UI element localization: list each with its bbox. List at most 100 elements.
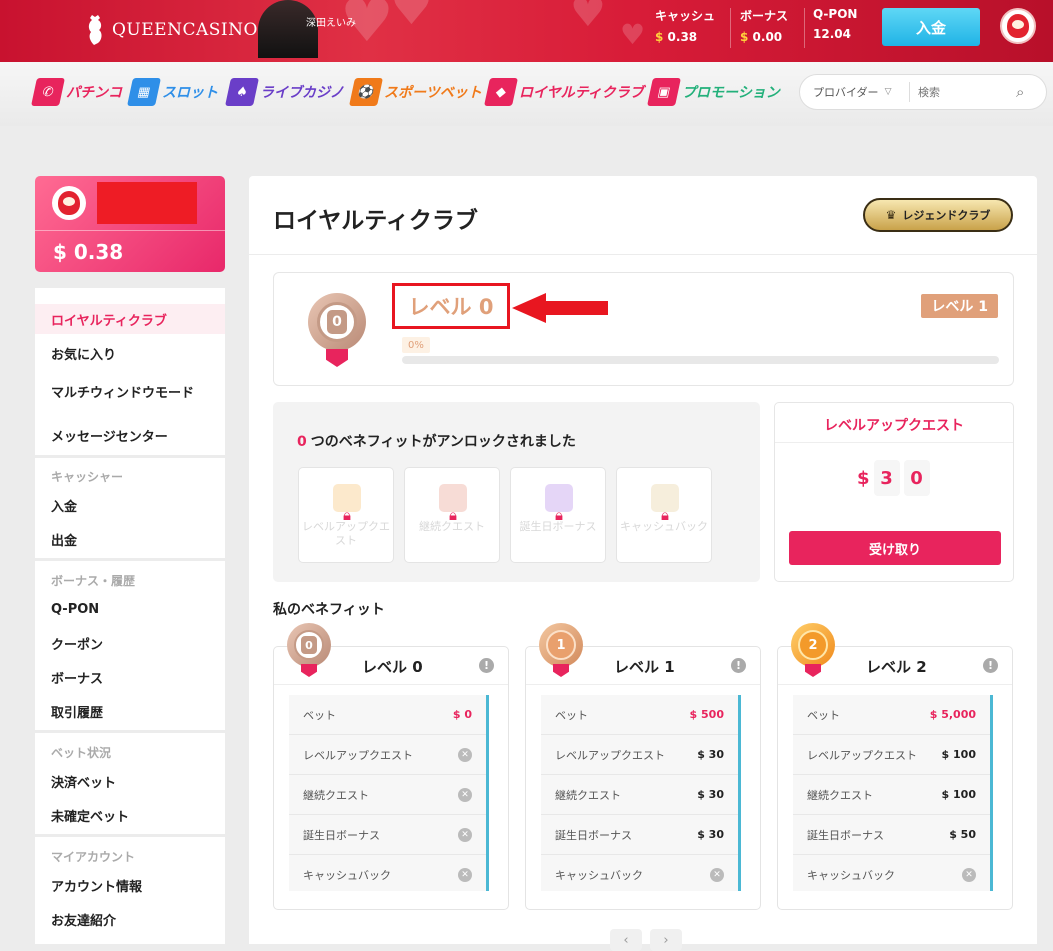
benefit-label: 誕生日ボーナス [807, 828, 884, 842]
nav-label: スロット [162, 85, 218, 101]
section-heading-bonus-history: ボーナス・履歴 [51, 574, 136, 588]
sidebar-item-pending-bets[interactable]: 未確定ベット [35, 800, 225, 830]
locked-benefit-cashback[interactable]: 🔒︎ キャッシュバック [616, 467, 712, 563]
currency-symbol: $ [740, 30, 749, 44]
section-heading-my-account: マイアカウント [51, 850, 136, 864]
next-level-badge: レベル 1 [921, 294, 998, 318]
sidebar-balance: $ 0.38 [53, 240, 124, 264]
daruma-icon [58, 191, 80, 215]
prev-page-button[interactable]: ‹ [610, 929, 642, 951]
info-icon[interactable]: ! [479, 658, 494, 673]
crown-icon: ♛ [885, 208, 897, 222]
reward-digit: 0 [903, 460, 930, 496]
legend-club-button[interactable]: ♛ レジェンドクラブ [863, 198, 1013, 232]
sidebar-item-qpon[interactable]: Q-PON [35, 594, 225, 624]
benefit-row: 誕生日ボーナス $ 30 [541, 815, 738, 855]
bronze-medal-icon: 0 [308, 293, 366, 351]
currency-symbol: $ [857, 467, 870, 489]
sidebar-item-settled-bets[interactable]: 決済ベット [35, 766, 225, 796]
locked-benefit-birthday-bonus[interactable]: 🔒︎ 誕生日ボーナス [510, 467, 606, 563]
game-category-nav: ✆ パチンコ ▦ スロット ♠ ライブカジノ ⚽ スポーツベット ◆ ロイヤルテ… [0, 62, 1053, 126]
legend-club-label: レジェンドクラブ [902, 209, 991, 222]
unlocked-benefits-panel: 0 つのベネフィットがアンロックされました 🔒︎ レベルアップクエスト 🔒︎ 継続… [273, 402, 760, 582]
search-icon[interactable]: ⌕ [1016, 83, 1024, 101]
ambassador-photo [258, 0, 318, 58]
medal-ribbon [326, 349, 348, 367]
locked-benefit-levelup-quest[interactable]: 🔒︎ レベルアップクエスト [298, 467, 394, 563]
sidebar-item-refer-friend[interactable]: お友達紹介 [35, 904, 225, 934]
sidebar-item-transaction-history[interactable]: 取引履歴 [35, 696, 225, 726]
info-icon[interactable]: ! [731, 658, 746, 673]
benefit-row: 継続クエスト $ 100 [793, 775, 990, 815]
queencasino-logo[interactable]: QUEENCASINO [82, 14, 258, 46]
benefit-caption: キャッシュバック [620, 520, 708, 533]
section-heading-bet-status: ベット状況 [51, 746, 112, 760]
search-input[interactable] [918, 85, 1014, 99]
nav-label: ロイヤルティクラブ [519, 85, 644, 101]
sidebar-item-withdraw[interactable]: 出金 [35, 524, 225, 554]
sidebar-item-deposit[interactable]: 入金 [35, 490, 225, 520]
page-title: ロイヤルティクラブ [273, 208, 478, 234]
user-avatar[interactable] [1000, 8, 1036, 44]
section-heading-cashier: キャッシャー [51, 470, 124, 484]
divider [35, 834, 225, 837]
current-level-label: レベル 0 [392, 283, 510, 329]
nav-item-loyalty-club[interactable]: ◆ ロイヤルティクラブ [484, 78, 644, 106]
nav-item-slot[interactable]: ▦ スロット [127, 78, 218, 106]
level-benefit-list: ベット $ 5,000 レベルアップクエスト $ 100 継続クエスト $ 100 誕… [793, 695, 993, 891]
level-benefit-list: ベット $ 0 レベルアップクエスト ✕ 継続クエスト ✕ 誕生日ボーナス ✕ キャッシ… [289, 695, 489, 891]
unavailable-x-icon: ✕ [458, 827, 472, 842]
benefit-row: 誕生日ボーナス ✕ [289, 815, 486, 855]
sidebar-item-account-info[interactable]: アカウント情報 [35, 870, 225, 900]
sidebar-item-bonus[interactable]: ボーナス [35, 662, 225, 692]
unlocked-benefits-title: 0 つのベネフィットがアンロックされました [297, 431, 576, 451]
benefit-value: $ 30 [697, 828, 724, 841]
sidebar-menu: ロイヤルティクラブ お気に入り マルチウィンドウモード メッセージセンター キャ… [35, 288, 225, 944]
sidebar-item-favorites[interactable]: お気に入り [35, 338, 225, 368]
level-name: レベル 0 [362, 658, 423, 676]
nav-item-promotion[interactable]: ▣ プロモーション [647, 78, 780, 106]
unavailable-x-icon: ✕ [458, 787, 472, 802]
benefit-label: 継続クエスト [303, 788, 369, 802]
nav-item-pachinko[interactable]: ✆ パチンコ [31, 78, 122, 106]
heart-decoration: ♥ [390, 0, 434, 36]
locked-benefit-continuation-quest[interactable]: 🔒︎ 継続クエスト [404, 467, 500, 563]
benefit-label: 継続クエスト [555, 788, 621, 802]
sidebar-item-multi-window[interactable]: マルチウィンドウモード [35, 374, 225, 414]
nav-item-sports-bet[interactable]: ⚽ スポーツベット [349, 78, 482, 106]
divider [804, 8, 805, 48]
phone-icon: ✆ [31, 78, 65, 106]
divider [35, 730, 225, 733]
chevron-down-icon: ▽ [884, 87, 892, 97]
sidebar-item-coupon[interactable]: クーポン [35, 628, 225, 658]
benefit-value: $ 0 [452, 708, 472, 721]
unavailable-x-icon: ✕ [458, 868, 472, 882]
sidebar-item-loyalty-club[interactable]: ロイヤルティクラブ [35, 304, 225, 334]
benefit-label: 継続クエスト [807, 788, 873, 802]
cash-label: キャッシュ [655, 9, 716, 23]
user-avatar[interactable] [52, 186, 86, 220]
sidebar-item-message-center[interactable]: メッセージセンター [35, 420, 225, 450]
benefit-label: 誕生日ボーナス [555, 828, 632, 842]
nav-item-live-casino[interactable]: ♠ ライブカジノ [225, 78, 344, 106]
medal-number: 1 [546, 630, 576, 660]
qpon-value: 12.04 [813, 27, 851, 41]
progress-percent: 0% [402, 337, 430, 353]
deposit-button[interactable]: 入金 [882, 8, 980, 46]
info-icon[interactable]: ! [983, 658, 998, 673]
qpon-balance: Q-PON 12.04 [813, 7, 857, 41]
my-benefits-title: 私のベネフィット [273, 602, 385, 618]
unavailable-x-icon: ✕ [458, 747, 472, 762]
quest-reward-amount: $ 3 0 [857, 460, 930, 496]
cash-balance: キャッシュ $ 0.38 [655, 7, 715, 44]
benefit-caption: レベルアップクエスト [302, 520, 390, 547]
qpon-label: Q-PON [813, 7, 858, 21]
nav-label: ライブカジノ [260, 85, 344, 101]
next-page-button[interactable]: › [650, 929, 682, 951]
benefit-caption: 誕生日ボーナス [519, 520, 597, 533]
benefit-value: $ 5,000 [929, 708, 976, 721]
benefit-row: キャッシュバック ✕ [289, 855, 486, 895]
provider-dropdown[interactable]: プロバイダー ▽ [800, 82, 910, 102]
claim-button[interactable]: 受け取り [789, 531, 1001, 565]
level-card-0: レベル 0 ! ベット $ 0 レベルアップクエスト ✕ 継続クエスト ✕ 誕生日ボー… [273, 646, 509, 910]
